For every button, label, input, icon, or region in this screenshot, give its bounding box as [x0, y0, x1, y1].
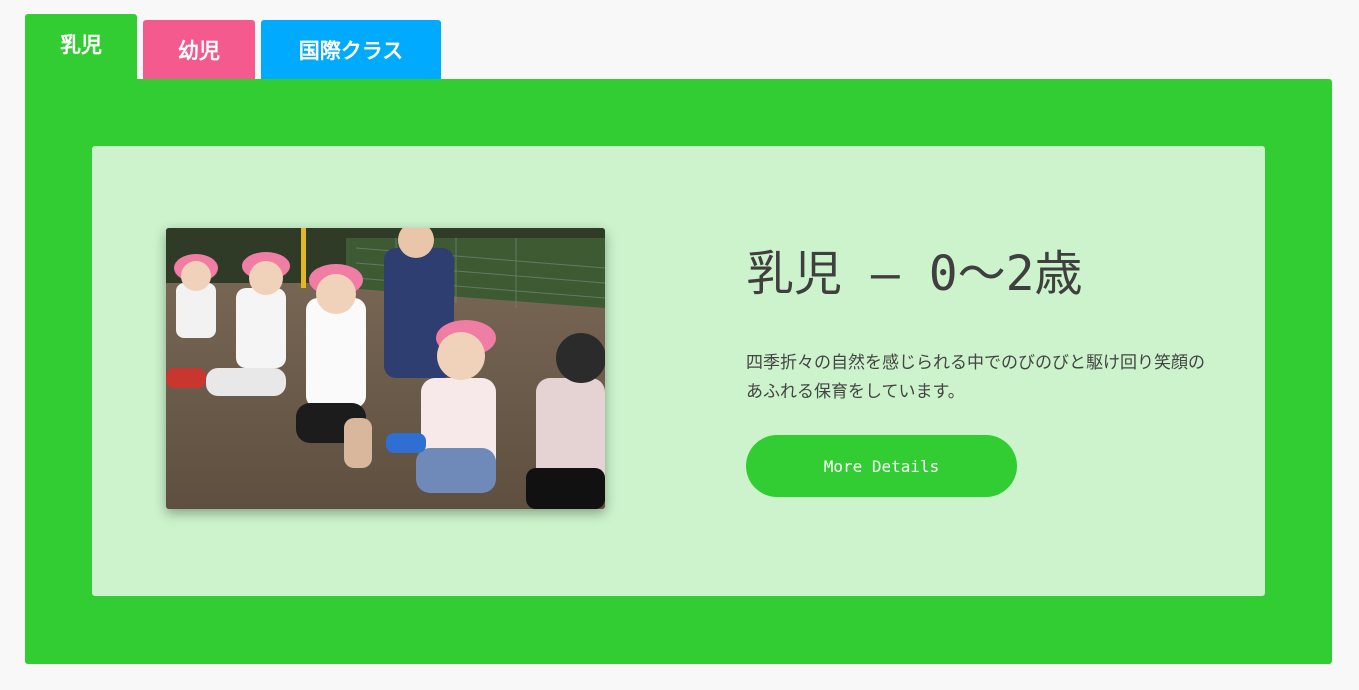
card-title: 乳児 – 0〜2歳	[746, 246, 1083, 302]
tab-international-class[interactable]: 国際クラス	[261, 20, 441, 79]
class-tabs: 乳児 幼児 国際クラス	[0, 0, 1359, 79]
children-photo-image	[166, 228, 605, 509]
card-description: 四季折々の自然を感じられる中でのびのびと駆け回り笑顔のあふれる保育をしています。	[746, 353, 1205, 402]
class-card: 乳児 – 0〜2歳 四季折々の自然を感じられる中でのびのびと駆け回り笑顔のあふれ…	[92, 146, 1265, 596]
tab-infant[interactable]: 乳児	[25, 14, 137, 79]
class-photo	[166, 228, 605, 509]
tab-panel-infant: 乳児 – 0〜2歳 四季折々の自然を感じられる中でのびのびと駆け回り笑顔のあふれ…	[25, 79, 1332, 664]
tab-toddler[interactable]: 幼児	[143, 20, 255, 79]
more-details-button[interactable]: More Details	[746, 435, 1017, 497]
